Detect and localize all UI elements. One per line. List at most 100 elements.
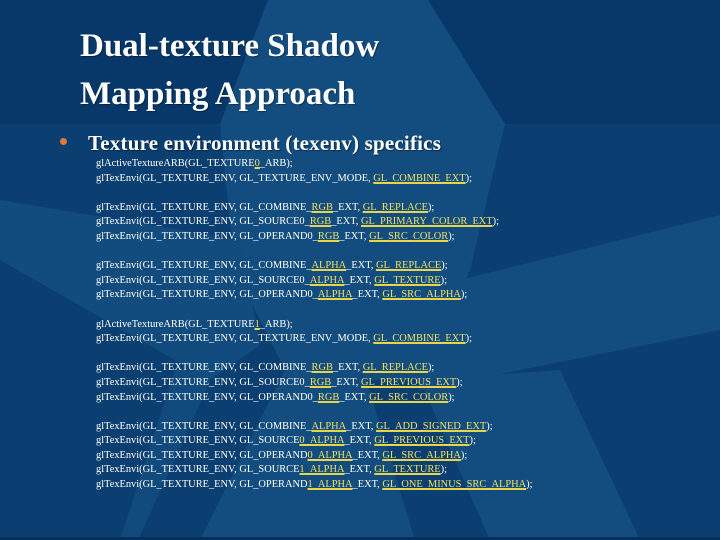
code-text: ); <box>427 201 435 213</box>
code-text: glTexEnvi(GL_TEXTURE_ENV, GL_COMBINE_ <box>96 420 312 432</box>
highlighted-token: ALPHA <box>311 420 347 432</box>
code-text: ); <box>456 376 463 388</box>
code-text: glTexEnvi(GL_TEXTURE_ENV, GL_OPERAND0_ <box>96 230 318 242</box>
code-text: ); <box>460 449 468 461</box>
code-text: ); <box>441 260 448 272</box>
code-line: glTexEnvi(GL_TEXTURE_ENV, GL_OPERAND0_RG… <box>96 230 532 245</box>
highlighted-token: GL_TEXTURE <box>374 464 441 476</box>
code-group-spacer <box>96 245 532 260</box>
code-text: _EXT, <box>346 260 376 272</box>
code-text: ); <box>448 391 455 403</box>
code-text: glTexEnvi(GL_TEXTURE_ENV, GL_TEXTURE_ENV… <box>96 172 374 184</box>
highlighted-token: GL_SRC_COLOR <box>369 391 449 403</box>
code-text: _EXT, <box>339 230 370 242</box>
highlighted-token: GL_ADD_SIGNED_EXT <box>376 420 487 432</box>
code-text: _EXT, <box>331 216 362 228</box>
code-text: glTexEnvi(GL_TEXTURE_ENV, GL_COMBINE_ <box>96 201 312 213</box>
code-text: glTexEnvi(GL_TEXTURE_ENV, GL_OPERAND0_ <box>96 391 318 403</box>
code-text: glActiveTextureARB(GL_TEXTURE <box>96 158 255 169</box>
code-line: glTexEnvi(GL_TEXTURE_ENV, GL_SOURCE0_RGB… <box>96 376 532 391</box>
highlighted-token: GL_REPLACE <box>362 362 428 374</box>
highlighted-token: RGB <box>309 376 332 388</box>
highlighted-token: RGB <box>317 230 340 242</box>
highlighted-token: RGB <box>311 362 333 374</box>
highlighted-token: RGB <box>317 391 340 403</box>
code-text: glTexEnvi(GL_TEXTURE_ENV, GL_SOURCE0_ <box>96 216 310 228</box>
code-group-spacer <box>96 405 532 420</box>
highlighted-token: ALPHA <box>309 274 345 286</box>
code-text: _EXT, <box>332 362 363 374</box>
slide-title: Dual-texture Shadow Mapping Approach <box>80 22 379 118</box>
bullet-item: Texture environment (texenv) specifics <box>60 131 441 156</box>
code-text: ); <box>465 172 472 184</box>
code-text: _EXT, <box>344 274 375 286</box>
highlighted-token: GL_SRC_COLOR <box>369 230 449 242</box>
highlighted-token: 1_ALPHA <box>307 479 353 491</box>
code-text: _EXT, <box>352 479 383 491</box>
code-group-spacer <box>96 186 532 201</box>
code-line: glActiveTextureARB(GL_TEXTURE0_ARB); <box>96 157 532 172</box>
code-text: ); <box>465 333 472 345</box>
code-text: glTexEnvi(GL_TEXTURE_ENV, GL_COMBINE_ <box>96 260 312 272</box>
highlighted-token: GL_PREVIOUS_EXT <box>361 376 457 388</box>
bullet-dot-icon <box>60 138 67 145</box>
code-line: glTexEnvi(GL_TEXTURE_ENV, GL_TEXTURE_ENV… <box>96 172 532 187</box>
highlighted-token: RGB <box>309 216 332 228</box>
highlighted-token: GL_REPLACE <box>376 260 442 272</box>
code-text: _EXT, <box>332 201 363 213</box>
code-line: glTexEnvi(GL_TEXTURE_ENV, GL_COMBINE_RGB… <box>96 361 532 376</box>
code-text: glTexEnvi(GL_TEXTURE_ENV, GL_COMBINE_ <box>96 362 312 374</box>
highlighted-token: 0_ALPHA <box>307 449 353 461</box>
code-line: glTexEnvi(GL_TEXTURE_ENV, GL_TEXTURE_ENV… <box>96 332 532 347</box>
slide-title-line-2: Mapping Approach <box>80 76 356 112</box>
code-text: _ARB); <box>259 318 293 330</box>
code-line: glTexEnvi(GL_TEXTURE_ENV, GL_SOURCE0_ALP… <box>96 274 532 289</box>
code-text: ); <box>427 362 435 374</box>
code-line: glTexEnvi(GL_TEXTURE_ENV, GL_OPERAND0_AL… <box>96 449 532 464</box>
code-text: ); <box>440 274 448 286</box>
highlighted-token: ALPHA <box>311 260 347 272</box>
code-text: glTexEnvi(GL_TEXTURE_ENV, GL_OPERAND <box>96 479 308 491</box>
code-text: ); <box>448 230 455 242</box>
code-line: glTexEnvi(GL_TEXTURE_ENV, GL_COMBINE_ALP… <box>96 259 532 274</box>
code-text: ); <box>440 464 448 476</box>
highlighted-token: GL_REPLACE <box>362 201 428 213</box>
code-text: ); <box>526 479 533 491</box>
code-text: glTexEnvi(GL_TEXTURE_ENV, GL_SOURCE <box>96 435 300 447</box>
code-text: ); <box>492 216 499 228</box>
code-line: glTexEnvi(GL_TEXTURE_ENV, GL_SOURCE0_ALP… <box>96 434 532 449</box>
code-text: ); <box>486 420 493 432</box>
highlighted-token: GL_TEXTURE <box>374 274 441 286</box>
code-group-spacer <box>96 303 532 318</box>
highlighted-token: GL_ONE_MINUS_SRC_ALPHA <box>382 479 527 491</box>
code-text: _EXT, <box>339 391 370 403</box>
code-text: _EXT, <box>352 449 383 461</box>
code-text: _EXT, <box>346 420 376 432</box>
highlighted-token: GL_SRC_ALPHA <box>382 449 461 461</box>
code-group-spacer <box>96 347 532 362</box>
code-text: glTexEnvi(GL_TEXTURE_ENV, GL_SOURCE0_ <box>96 274 310 286</box>
code-text: glTexEnvi(GL_TEXTURE_ENV, GL_SOURCE0_ <box>96 376 310 388</box>
code-text: _EXT, <box>344 464 375 476</box>
code-text: glTexEnvi(GL_TEXTURE_ENV, GL_OPERAND0_ <box>96 289 318 301</box>
code-line: glTexEnvi(GL_TEXTURE_ENV, GL_OPERAND0_RG… <box>96 391 532 406</box>
highlighted-token: 1_ALPHA <box>299 464 345 476</box>
code-text: glTexEnvi(GL_TEXTURE_ENV, GL_SOURCE <box>96 464 300 476</box>
highlighted-token: ALPHA <box>317 289 353 301</box>
highlighted-token: GL_PRIMARY_COLOR_EXT <box>361 216 493 228</box>
code-text: _ARB); <box>259 158 293 169</box>
highlighted-token: GL_COMBINE_EXT <box>373 172 466 184</box>
highlighted-token: GL_COMBINE_EXT <box>373 333 466 345</box>
code-text: _EXT, <box>352 289 383 301</box>
code-text: ); <box>469 435 476 447</box>
code-line: glActiveTextureARB(GL_TEXTURE1_ARB); <box>96 318 532 333</box>
code-text: glActiveTextureARB(GL_TEXTURE <box>96 318 255 330</box>
highlighted-token: 0_ALPHA <box>299 435 345 447</box>
code-text: glTexEnvi(GL_TEXTURE_ENV, GL_TEXTURE_ENV… <box>96 333 374 345</box>
code-block: glActiveTextureARB(GL_TEXTURE0_ARB); glTe… <box>96 157 532 493</box>
bullet-text: Texture environment (texenv) specifics <box>88 131 442 155</box>
code-line: glTexEnvi(GL_TEXTURE_ENV, GL_SOURCE0_RGB… <box>96 215 532 230</box>
code-text: ); <box>460 289 468 301</box>
code-text: _EXT, <box>344 435 375 447</box>
slide-title-line-1: Dual-texture Shadow <box>80 28 380 64</box>
